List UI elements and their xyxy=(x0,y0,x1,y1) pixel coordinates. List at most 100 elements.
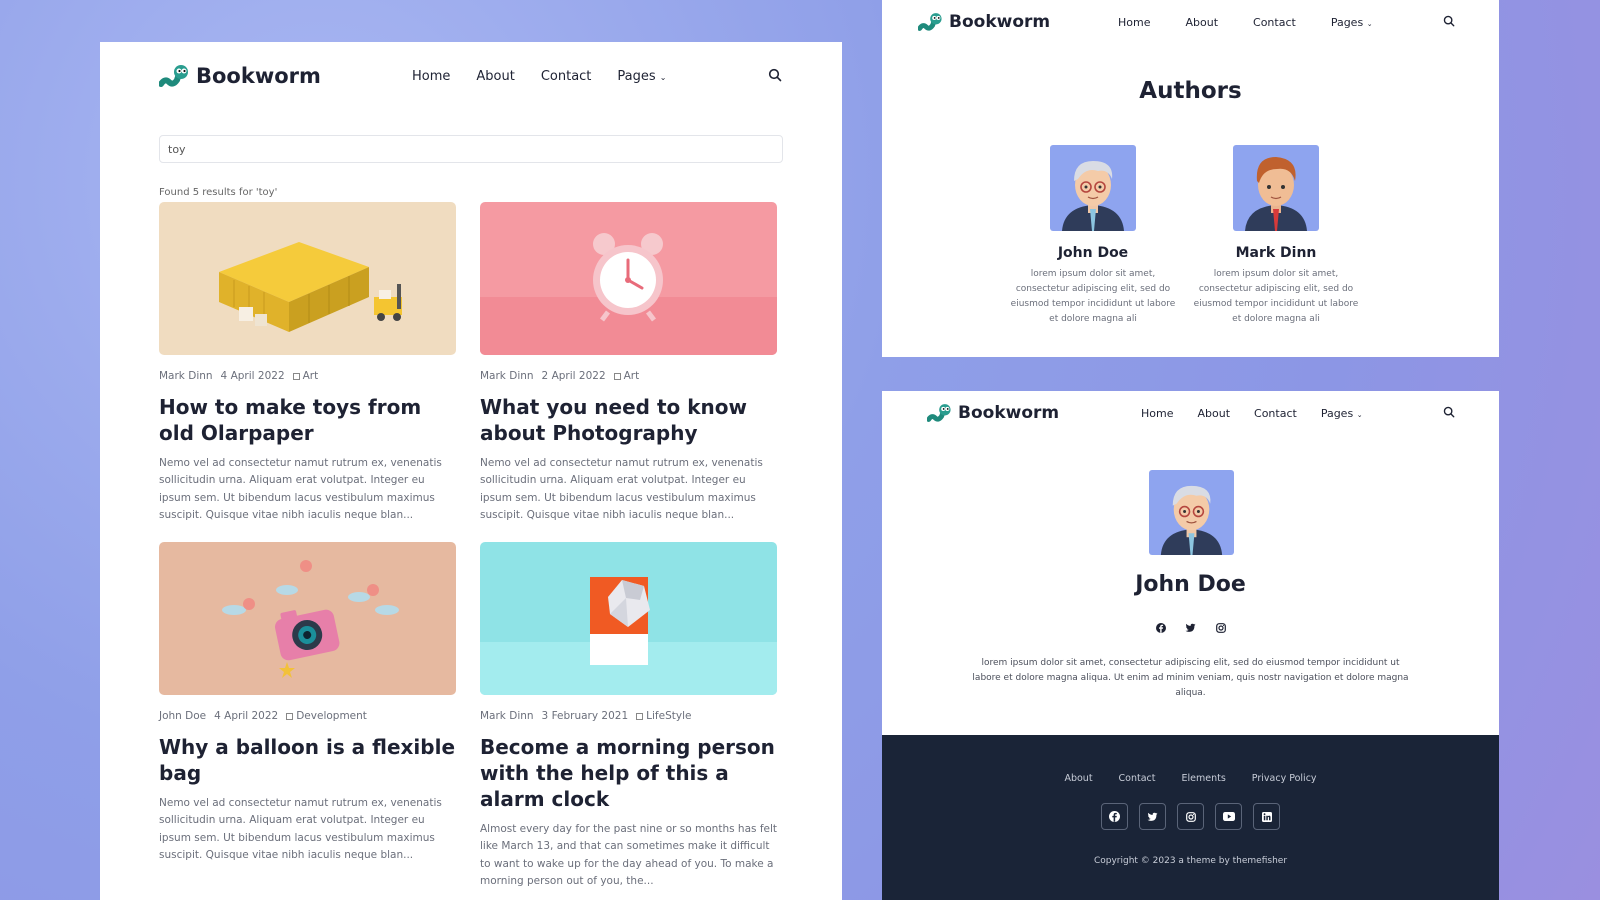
nav-about[interactable]: About xyxy=(1185,16,1218,29)
author-card[interactable]: Mark Dinn lorem ipsum dolor sit amet, co… xyxy=(1191,145,1361,327)
chevron-down-icon: ⌄ xyxy=(1366,19,1373,28)
search-input[interactable] xyxy=(159,135,783,163)
author-card[interactable]: John Doe lorem ipsum dolor sit amet, con… xyxy=(1008,145,1178,327)
post-card[interactable]: Mark Dinn 4 April 2022 Art How to make t… xyxy=(159,202,459,524)
site-footer: About Contact Elements Privacy Policy Co… xyxy=(882,735,1499,900)
post-date: 4 April 2022 xyxy=(214,710,279,722)
post-thumbnail[interactable] xyxy=(480,542,777,695)
logo[interactable]: Bookworm xyxy=(918,12,1050,32)
nav-home[interactable]: Home xyxy=(1118,16,1150,29)
post-excerpt: Almost every day for the past nine or so… xyxy=(480,823,778,887)
avatar xyxy=(1149,470,1234,555)
post-meta: Mark Dinn 3 February 2021 LifeStyle xyxy=(480,710,780,722)
search-results-page: Bookworm Home About Contact Pages ⌄ Foun… xyxy=(100,42,842,900)
post-category[interactable]: Art xyxy=(292,370,319,382)
folder-icon xyxy=(613,372,621,380)
footer-links: About Contact Elements Privacy Policy xyxy=(882,773,1499,784)
instagram-icon[interactable] xyxy=(1177,803,1204,830)
logo-text: Bookworm xyxy=(196,64,321,88)
twitter-icon[interactable] xyxy=(1185,622,1197,634)
bookworm-logo-icon xyxy=(159,65,188,87)
post-category-label: Development xyxy=(296,710,367,722)
post-author[interactable]: Mark Dinn xyxy=(480,710,534,722)
post-card[interactable]: Mark Dinn 2 April 2022 Art What you need… xyxy=(480,202,780,524)
post-date: 2 April 2022 xyxy=(541,370,606,382)
author-name[interactable]: John Doe xyxy=(1008,245,1178,261)
post-title[interactable]: How to make toys from old Olarpaper xyxy=(159,394,459,446)
post-title[interactable]: Become a morning person with the help of… xyxy=(480,734,780,812)
page-title: Authors xyxy=(1139,78,1242,104)
footer-link-about[interactable]: About xyxy=(1064,773,1092,784)
nav-home[interactable]: Home xyxy=(412,69,450,84)
footer-social-links xyxy=(882,803,1499,830)
author-name: John Doe xyxy=(1135,572,1246,597)
facebook-icon[interactable] xyxy=(1155,622,1167,634)
post-category-label: Art xyxy=(623,370,640,382)
nav-pages[interactable]: Pages ⌄ xyxy=(617,69,666,84)
author-bio: lorem ipsum dolor sit amet, consectetur … xyxy=(1010,269,1176,324)
search-icon[interactable] xyxy=(1443,406,1455,418)
author-social-links xyxy=(882,622,1499,634)
header-nav: Bookworm Home About Contact Pages ⌄ xyxy=(100,54,842,98)
nav-home[interactable]: Home xyxy=(1141,407,1173,420)
avatar[interactable] xyxy=(1233,145,1319,231)
post-meta: John Doe 4 April 2022 Development xyxy=(159,710,459,722)
post-category[interactable]: Development xyxy=(286,710,367,722)
post-card[interactable]: John Doe 4 April 2022 Development Why a … xyxy=(159,542,459,864)
bookworm-logo-icon xyxy=(927,404,951,422)
author-bio: lorem ipsum dolor sit amet, consectetur … xyxy=(972,658,1409,698)
post-author[interactable]: Mark Dinn xyxy=(159,370,213,382)
main-menu: Home About Contact Pages ⌄ xyxy=(1118,16,1408,29)
post-date: 4 April 2022 xyxy=(220,370,285,382)
nav-about[interactable]: About xyxy=(1197,407,1230,420)
post-category[interactable]: Art xyxy=(613,370,640,382)
header-nav: Bookworm Home About Contact Pages ⌄ xyxy=(882,0,1499,44)
post-category-label: LifeStyle xyxy=(646,710,692,722)
youtube-icon[interactable] xyxy=(1215,803,1242,830)
nav-pages[interactable]: Pages ⌄ xyxy=(1321,407,1363,420)
author-name[interactable]: Mark Dinn xyxy=(1191,245,1361,261)
instagram-icon[interactable] xyxy=(1215,622,1227,634)
footer-link-privacy-policy[interactable]: Privacy Policy xyxy=(1252,773,1317,784)
post-title[interactable]: Why a balloon is a flexible bag xyxy=(159,734,459,786)
authors-page: Bookworm Home About Contact Pages ⌄ Auth… xyxy=(882,0,1499,357)
folder-icon xyxy=(286,712,294,720)
linkedin-icon[interactable] xyxy=(1253,803,1280,830)
post-meta: Mark Dinn 4 April 2022 Art xyxy=(159,370,459,382)
search-result-count: Found 5 results for 'toy' xyxy=(159,187,278,198)
post-date: 3 February 2021 xyxy=(541,710,629,722)
post-title[interactable]: What you need to know about Photography xyxy=(480,394,780,446)
search-icon[interactable] xyxy=(768,68,782,82)
nav-pages[interactable]: Pages ⌄ xyxy=(1331,16,1373,29)
nav-about[interactable]: About xyxy=(476,69,514,84)
post-excerpt: Nemo vel ad consectetur namut rutrum ex,… xyxy=(159,457,442,521)
nav-contact[interactable]: Contact xyxy=(1254,407,1297,420)
chevron-down-icon: ⌄ xyxy=(659,72,667,82)
post-category[interactable]: LifeStyle xyxy=(636,710,691,722)
logo[interactable]: Bookworm xyxy=(159,64,321,88)
folder-icon xyxy=(292,372,300,380)
post-excerpt: Nemo vel ad consectetur namut rutrum ex,… xyxy=(480,457,763,521)
footer-link-contact[interactable]: Contact xyxy=(1119,773,1156,784)
folder-icon xyxy=(636,712,644,720)
post-thumbnail[interactable] xyxy=(159,542,456,695)
bookworm-logo-icon xyxy=(918,13,942,31)
logo[interactable]: Bookworm xyxy=(927,403,1059,423)
nav-contact[interactable]: Contact xyxy=(1253,16,1296,29)
avatar[interactable] xyxy=(1050,145,1136,231)
post-author[interactable]: Mark Dinn xyxy=(480,370,534,382)
post-category-label: Art xyxy=(302,370,319,382)
facebook-icon[interactable] xyxy=(1101,803,1128,830)
post-thumbnail[interactable] xyxy=(159,202,456,355)
post-thumbnail[interactable] xyxy=(480,202,777,355)
nav-pages-label: Pages xyxy=(617,68,656,84)
post-author[interactable]: John Doe xyxy=(159,710,206,722)
twitter-icon[interactable] xyxy=(1139,803,1166,830)
nav-contact[interactable]: Contact xyxy=(541,69,592,84)
footer-link-elements[interactable]: Elements xyxy=(1182,773,1226,784)
post-card[interactable]: Mark Dinn 3 February 2021 LifeStyle Beco… xyxy=(480,542,780,890)
chevron-down-icon: ⌄ xyxy=(1356,410,1363,419)
post-meta: Mark Dinn 2 April 2022 Art xyxy=(480,370,780,382)
search-icon[interactable] xyxy=(1443,15,1455,27)
copyright-text: Copyright © 2023 a theme by themefisher xyxy=(1093,856,1288,866)
